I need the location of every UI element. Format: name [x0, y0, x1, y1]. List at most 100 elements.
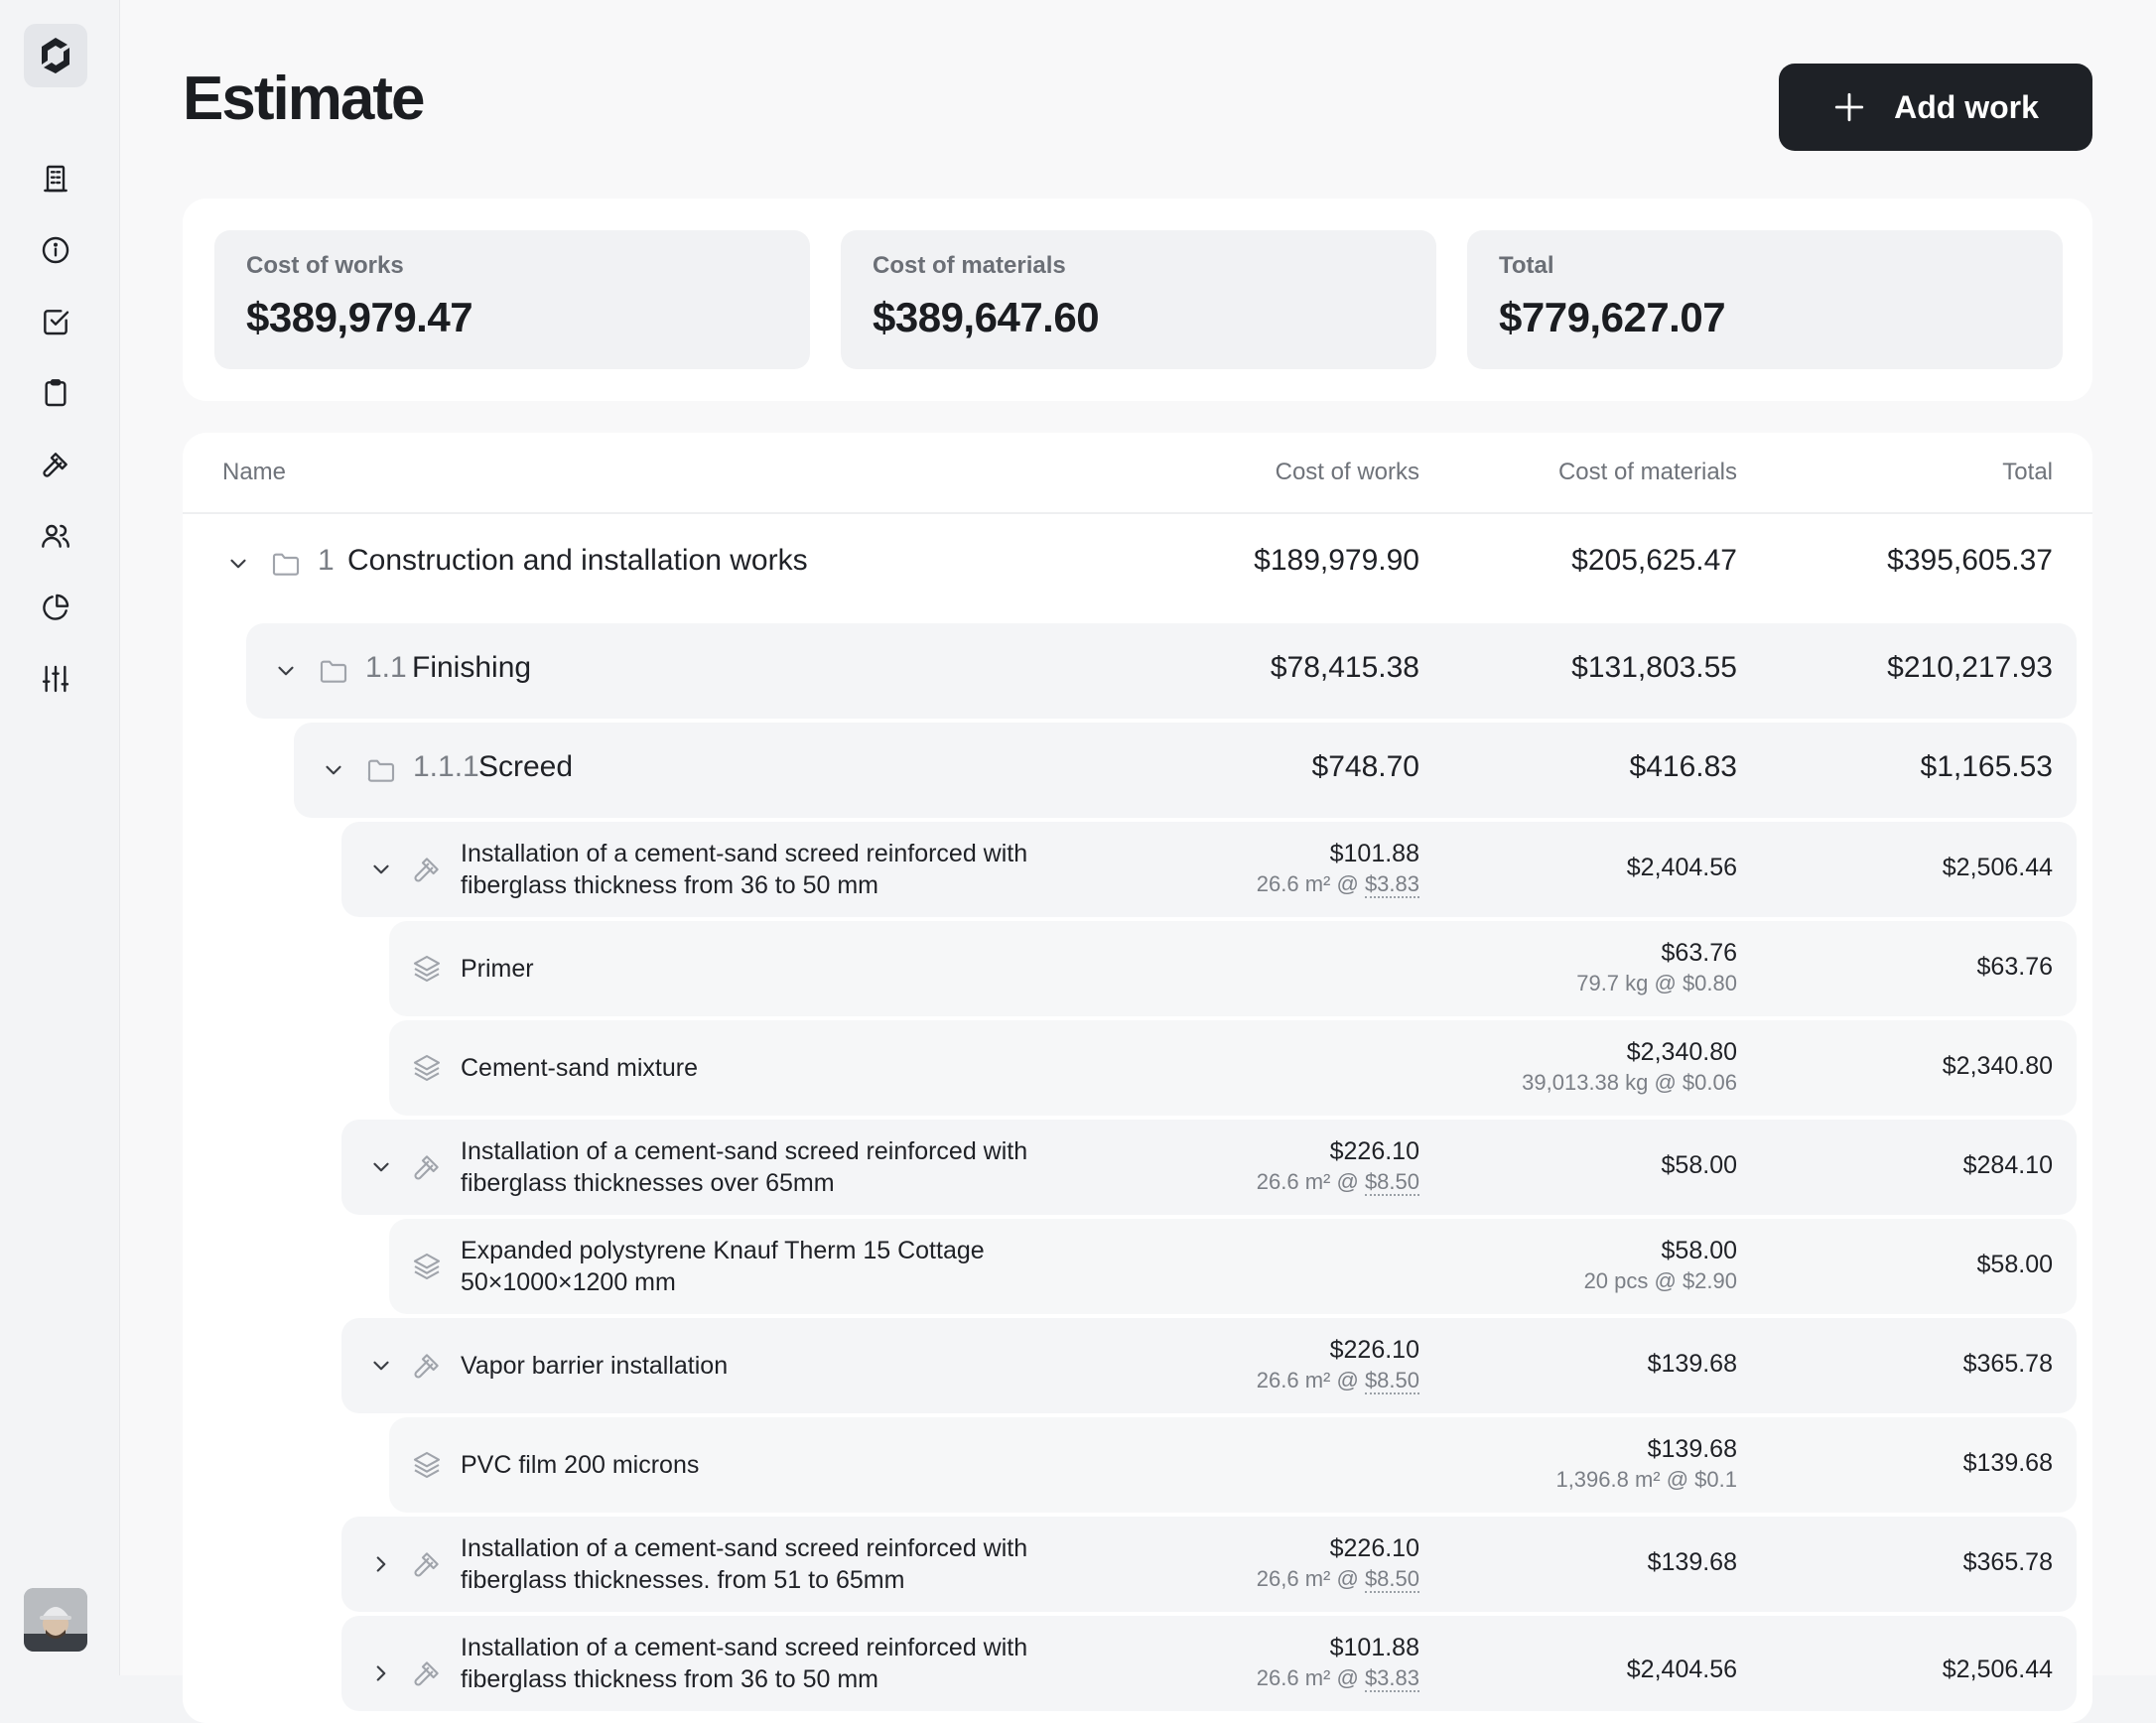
row-cost-of-works: $226.10 26,6 m² @ $8.50 [1257, 1532, 1419, 1594]
table-row[interactable]: Installation of a cement-sand screed rei… [341, 1517, 2077, 1612]
hammer-icon [409, 1348, 445, 1384]
row-cost-of-materials: $2,404.56 [1626, 854, 1737, 881]
works-rate[interactable]: $3.83 [1364, 871, 1419, 898]
row-total: $210,217.93 [1887, 651, 2053, 684]
layers-icon [409, 1249, 445, 1284]
clipboard-icon [45, 379, 67, 407]
sidebar-item-documents[interactable] [38, 375, 73, 411]
summary-label: Cost of works [246, 252, 404, 279]
sidebar [0, 0, 120, 1675]
layers-icon [409, 1447, 445, 1483]
row-name: Installation of a cement-sand screed rei… [461, 1137, 1028, 1197]
chevron-down-icon[interactable] [363, 1149, 399, 1185]
table-row[interactable]: 1 Construction and installation works $1… [199, 516, 2077, 611]
column-header-total[interactable]: Total [2002, 459, 2053, 486]
row-cost-of-materials: $2,404.56 [1626, 1656, 1737, 1683]
table-row[interactable]: Cement-sand mixture $2,340.80 39,013.38 … [389, 1020, 2077, 1116]
summary-value: $389,979.47 [246, 294, 473, 340]
table-header: Name Cost of works Cost of materials Tot… [183, 433, 2092, 514]
table-row[interactable]: 1.1.1 Screed $748.70 $416.83 $1,165.53 [294, 723, 2077, 818]
sidebar-item-settings[interactable] [38, 661, 73, 697]
row-total: $365.78 [1962, 1548, 2053, 1576]
main-content: Estimate Add work Cost of works $389,979… [120, 0, 2156, 1723]
row-cost-of-works: $101.88 26.6 m² @ $3.83 [1257, 1632, 1419, 1693]
row-name: Installation of a cement-sand screed rei… [461, 840, 1028, 899]
user-avatar[interactable] [24, 1588, 87, 1652]
row-name: PVC film 200 microns [461, 1451, 700, 1479]
summary-total: Total $779,627.07 [1467, 230, 2063, 369]
materials-amount: $58.00 [1661, 1237, 1737, 1264]
column-header-materials[interactable]: Cost of materials [1558, 459, 1737, 486]
row-total: $2,506.44 [1942, 1656, 2053, 1683]
sidebar-item-reports[interactable] [38, 590, 73, 625]
estimate-table: Name Cost of works Cost of materials Tot… [183, 433, 2092, 1723]
works-amount: $226.10 [1329, 1534, 1419, 1562]
hammer-icon [409, 1149, 445, 1185]
row-cost-of-works: $78,415.38 [1270, 651, 1419, 684]
app-logo[interactable] [24, 24, 87, 87]
row-cost-of-materials: $63.76 79.7 kg @ $0.80 [1576, 937, 1737, 998]
table-row[interactable]: PVC film 200 microns $139.68 1,396.8 m² … [389, 1417, 2077, 1513]
row-cost-of-materials: $58.00 20 pcs @ $2.90 [1584, 1235, 1737, 1296]
chevron-down-icon[interactable] [363, 1348, 399, 1384]
table-row[interactable]: Expanded polystyrene Knauf Therm 15 Cott… [389, 1219, 2077, 1314]
row-total: $395,605.37 [1887, 544, 2053, 577]
works-quantity: 26.6 m² @ [1256, 1169, 1365, 1194]
works-rate[interactable]: $8.50 [1364, 1169, 1419, 1196]
chevron-down-icon[interactable] [363, 852, 399, 887]
summary-value: $389,647.60 [873, 294, 1100, 340]
sidebar-item-tasks[interactable] [38, 304, 73, 339]
folder-icon [363, 752, 399, 788]
table-row[interactable]: Vapor barrier installation $226.10 26.6 … [341, 1318, 2077, 1413]
works-amount: $226.10 [1329, 1336, 1419, 1364]
chevron-right-icon[interactable] [363, 1656, 399, 1691]
chevron-down-icon[interactable] [316, 752, 351, 788]
row-cost-of-materials: $139.68 1,396.8 m² @ $0.1 [1555, 1433, 1737, 1495]
pie-chart-icon [43, 594, 69, 620]
works-rate[interactable]: $8.50 [1364, 1566, 1419, 1593]
sidebar-item-works[interactable] [38, 447, 73, 482]
row-cost-of-materials: $416.83 [1629, 750, 1737, 783]
materials-quantity: 1,396.8 m² @ $0.1 [1555, 1467, 1737, 1492]
materials-quantity: 20 pcs @ $2.90 [1583, 1268, 1737, 1293]
summary-cost-of-works: Cost of works $389,979.47 [214, 230, 810, 369]
works-rate[interactable]: $3.83 [1364, 1665, 1419, 1692]
info-icon [42, 236, 69, 264]
hammer-icon [409, 1656, 445, 1691]
column-header-works[interactable]: Cost of works [1276, 459, 1419, 486]
users-icon [42, 524, 69, 548]
layers-icon [409, 951, 445, 987]
chevron-down-icon[interactable] [220, 546, 256, 582]
row-name: Primer [461, 955, 534, 983]
works-quantity: 26.6 m² @ [1256, 1665, 1365, 1690]
building-icon [44, 165, 67, 193]
row-cost-of-works: $101.88 26.6 m² @ $3.83 [1257, 838, 1419, 899]
row-cost-of-works: $189,979.90 [1254, 544, 1419, 577]
works-rate[interactable]: $8.50 [1364, 1368, 1419, 1394]
row-total: $1,165.53 [1920, 750, 2053, 783]
row-name: Screed [478, 750, 574, 783]
chevron-right-icon[interactable] [363, 1546, 399, 1582]
table-row[interactable]: 1.1 Finishing $78,415.38 $131,803.55 $21… [246, 623, 2077, 719]
works-amount: $101.88 [1329, 840, 1419, 867]
table-row[interactable]: Installation of a cement-sand screed rei… [341, 1616, 2077, 1711]
chevron-down-icon[interactable] [268, 653, 304, 689]
sidebar-item-building[interactable] [38, 161, 73, 197]
column-header-name[interactable]: Name [222, 459, 286, 486]
table-row[interactable]: Installation of a cement-sand screed rei… [341, 822, 2077, 917]
hammer-icon [43, 453, 67, 477]
add-work-button[interactable]: Add work [1779, 64, 2092, 151]
sidebar-item-team[interactable] [38, 518, 73, 554]
layers-icon [409, 1050, 445, 1086]
sidebar-item-info[interactable] [38, 232, 73, 268]
row-name: Expanded polystyrene Knauf Therm 15 Cott… [461, 1237, 985, 1296]
logo-icon [42, 38, 69, 73]
table-row[interactable]: Primer $63.76 79.7 kg @ $0.80 $63.76 [389, 921, 2077, 1016]
table-row[interactable]: Installation of a cement-sand screed rei… [341, 1120, 2077, 1215]
hammer-icon [409, 1546, 445, 1582]
materials-amount: $2,340.80 [1626, 1038, 1737, 1066]
materials-amount: $63.76 [1661, 939, 1737, 967]
avatar-image [24, 1588, 87, 1652]
works-amount: $101.88 [1329, 1634, 1419, 1661]
works-quantity: 26.6 m² @ [1256, 871, 1365, 896]
